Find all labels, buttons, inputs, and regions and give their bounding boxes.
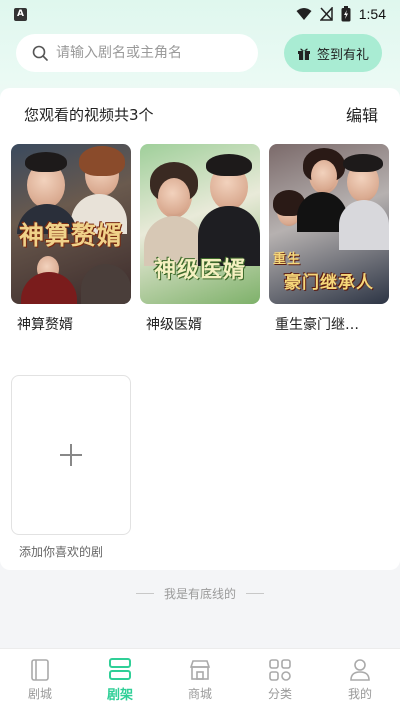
tab-label: 剧架 [106,687,133,703]
poster-title: 神级医婿 [153,258,246,283]
poster-subtitle: 重生 [273,252,302,267]
tab-bar: 剧城 剧架 商城 分类 我的 [0,648,400,710]
tab-label: 分类 [267,686,292,701]
poster-title: 神算赘婿 [18,221,123,250]
tab-drama-shelf[interactable]: 剧架 [85,657,155,703]
status-bar: A 1:54 [0,0,400,28]
shelf-item[interactable]: 神算赘婿 神算赘婿 [11,144,131,334]
divider [135,593,154,594]
poster-title: 豪门继承人 [284,273,374,293]
poster-image[interactable]: 重生 豪门继承人 [269,144,389,304]
no-signal-icon [319,7,333,21]
battery-icon [341,6,351,22]
tab-label: 商城 [187,686,212,701]
watched-count-label: 您观看的视频共3个 [24,105,154,124]
poster-image[interactable]: 神算赘婿 [11,144,131,304]
plus-icon [60,444,82,466]
book-icon [31,658,49,681]
tab-label: 我的 [347,686,372,701]
end-of-list-text: 我是有底线的 [163,587,236,601]
category-icon [269,658,291,681]
add-drama-button[interactable] [11,375,131,535]
item-title: 神级医婿 [146,317,202,333]
signin-reward-button[interactable]: 签到有礼 [284,34,382,72]
shelf-item[interactable]: 神级医婿 神级医婿 [140,144,260,334]
tab-drama-city[interactable]: 剧城 [5,658,75,702]
item-title: 重生豪门继… [275,317,359,333]
signin-label: 签到有礼 [316,47,369,63]
search-bar[interactable] [16,34,258,72]
end-of-list: 我是有底线的 [0,585,400,602]
store-icon [189,659,211,680]
poster-image[interactable]: 神级医婿 [140,144,260,304]
shelf-card: 您观看的视频共3个 编辑 神算赘婿 神算赘婿 神级医婿 神级医婿 重生 豪门继承… [0,88,400,570]
shelf-icon [109,657,131,680]
search-input[interactable] [56,45,236,61]
item-title: 神算赘婿 [17,317,73,333]
profile-icon [350,658,370,681]
shelf-item[interactable]: 重生 豪门继承人 重生豪门继… [269,144,389,334]
add-drama-label: 添加你喜欢的剧 [19,545,104,559]
edit-button[interactable]: 编辑 [346,102,378,126]
tab-store[interactable]: 商城 [165,658,235,702]
status-time: 1:54 [358,6,386,22]
tab-label: 剧城 [27,686,52,701]
tab-profile[interactable]: 我的 [325,658,395,702]
search-icon [32,45,48,61]
divider [246,593,264,594]
tab-category[interactable]: 分类 [245,658,315,702]
gift-icon [297,48,310,60]
wifi-icon [296,8,312,20]
notification-icon: A [14,7,27,21]
